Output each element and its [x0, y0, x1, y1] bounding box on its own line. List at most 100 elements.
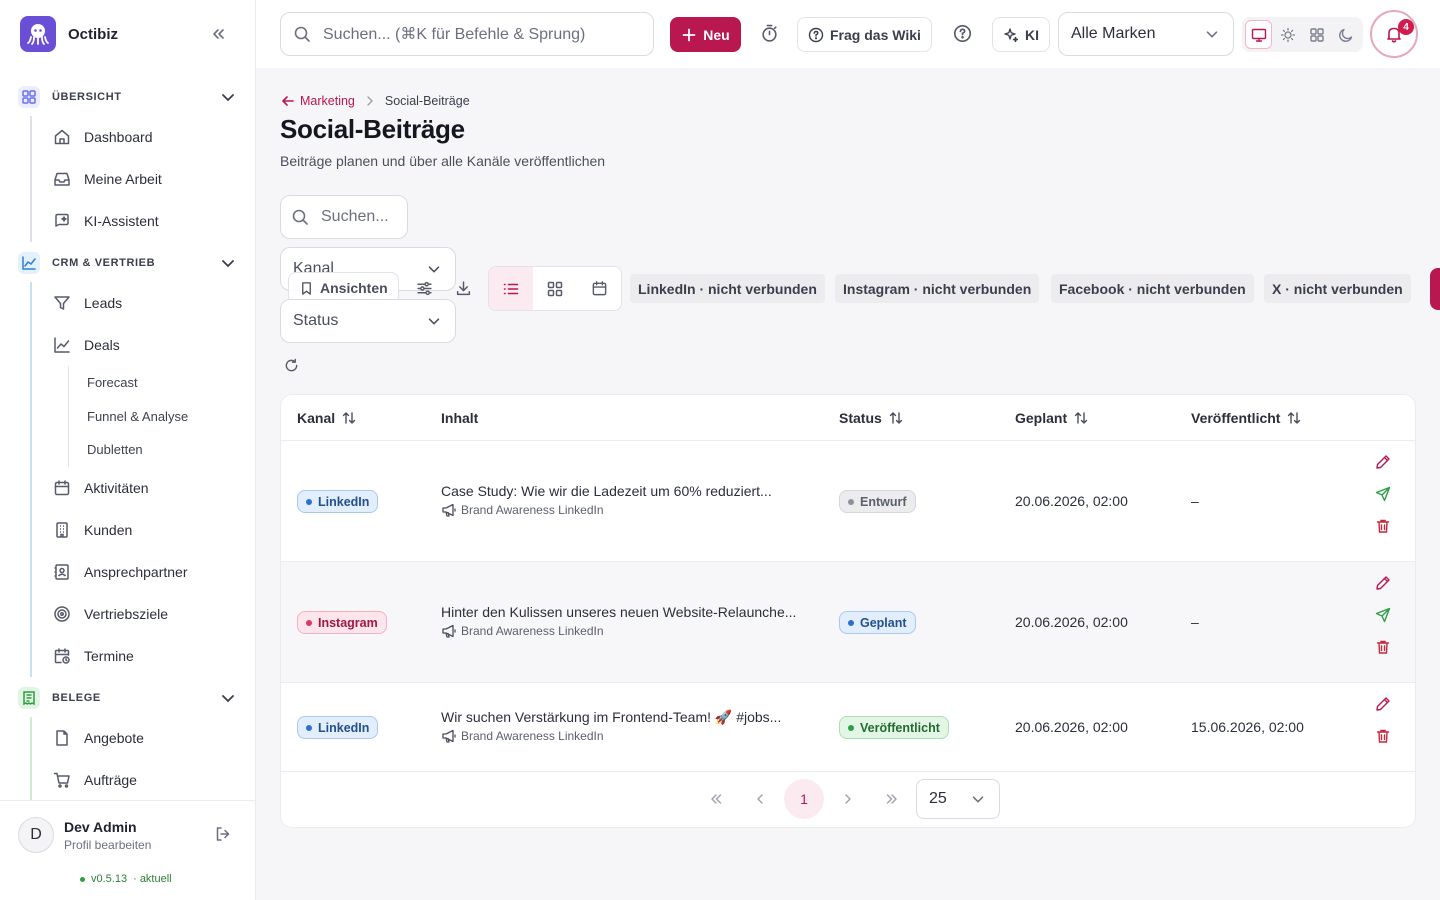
post-content[interactable]: Wir suchen Verstärkung im Frontend-Team!… — [441, 709, 811, 726]
send-icon[interactable] — [1375, 607, 1391, 623]
chevron-down-icon — [1203, 25, 1221, 43]
grid-view-icon[interactable] — [533, 267, 577, 310]
global-search-input[interactable]: Suchen... (⌘K für Befehle & Sprung) — [280, 12, 654, 56]
sidebar-item-angebote[interactable]: Angebote — [32, 717, 256, 759]
inbox-icon — [52, 169, 72, 189]
topbar: Suchen... (⌘K für Befehle & Sprung) Neu … — [256, 0, 1440, 68]
help-icon[interactable] — [953, 24, 972, 43]
status-badge-entwurf: Entwurf — [839, 490, 916, 513]
edit-profile-link[interactable]: Profil bearbeiten — [64, 838, 151, 852]
edit-icon[interactable] — [1375, 696, 1391, 712]
list-view-icon[interactable] — [489, 267, 533, 310]
moon-icon[interactable] — [1333, 20, 1360, 49]
table-header: Kanal Inhalt Status Geplant Veröffentlic… — [281, 395, 1415, 441]
megaphone-icon — [441, 624, 457, 638]
column-header-veroeffentlicht[interactable]: Veröffentlicht — [1191, 410, 1302, 426]
post-search-input[interactable]: Suchen... — [280, 195, 408, 239]
edit-icon[interactable] — [1375, 575, 1391, 591]
avatar[interactable]: D — [18, 817, 54, 853]
target-icon — [52, 604, 72, 624]
send-icon[interactable] — [1375, 486, 1391, 502]
column-header-kanal[interactable]: Kanal — [297, 410, 357, 426]
chevron-down-icon[interactable] — [218, 87, 238, 107]
section-crm-vertrieb[interactable]: CRM & VERTRIEB — [0, 244, 256, 282]
sidebar-item-ki-assistent[interactable]: KI-Assistent — [32, 200, 256, 242]
chevron-down-icon[interactable] — [218, 253, 238, 273]
post-content[interactable]: Hinter den Kulissen unseres neuen Websit… — [441, 604, 811, 620]
receipt-icon — [18, 686, 40, 709]
sidebar-subitem-dubletten[interactable]: Dubletten — [69, 433, 256, 467]
page-subtitle: Beiträge planen und über alle Kanäle ver… — [280, 153, 606, 169]
column-header-geplant[interactable]: Geplant — [1015, 410, 1089, 426]
megaphone-icon — [441, 503, 457, 517]
theme-switcher — [1242, 17, 1363, 52]
table-row[interactable]: LinkedIn Wir suchen Verstärkung im Front… — [281, 683, 1415, 772]
page-size-select[interactable]: 25 — [916, 779, 1000, 819]
search-icon — [291, 208, 309, 226]
download-icon[interactable] — [455, 280, 472, 297]
collapse-sidebar-icon[interactable] — [208, 24, 228, 44]
sidebar-subitem-funnel-analyse[interactable]: Funnel & Analyse — [69, 400, 256, 434]
sidebar-item-dashboard[interactable]: Dashboard — [32, 116, 256, 158]
sidebar-item-ansprechpartner[interactable]: Ansprechpartner — [32, 551, 256, 593]
trash-icon[interactable] — [1375, 639, 1391, 655]
trash-icon[interactable] — [1375, 728, 1391, 744]
table-row[interactable]: LinkedIn Case Study: Wie wir die Ladezei… — [281, 441, 1415, 562]
campaign-label: Brand Awareness LinkedIn — [461, 624, 604, 638]
column-header-status[interactable]: Status — [839, 410, 904, 426]
last-page-icon[interactable] — [872, 779, 912, 819]
home-icon — [52, 127, 72, 147]
section-uebersicht[interactable]: ÜBERSICHT — [0, 78, 256, 116]
status-label: Geplant — [860, 615, 907, 630]
status-select-value: Status — [293, 312, 339, 329]
version-info: v0.5.13 · aktuell — [80, 873, 172, 885]
sidebar-item-deals[interactable]: Deals — [32, 324, 256, 366]
monitor-icon[interactable] — [1245, 20, 1273, 49]
ask-wiki-button[interactable]: Frag das Wiki — [797, 17, 932, 52]
edit-icon[interactable] — [1375, 454, 1391, 470]
sidebar-item-kunden[interactable]: Kunden — [32, 509, 256, 551]
side-panel-tab[interactable] — [1430, 268, 1440, 310]
sliders-icon[interactable] — [416, 280, 433, 297]
sidebar-item-termine[interactable]: Termine — [32, 635, 256, 677]
sidebar-item-meine-arbeit[interactable]: Meine Arbeit — [32, 158, 256, 200]
chevron-down-icon — [969, 790, 987, 808]
published-date: – — [1191, 614, 1199, 630]
table-row[interactable]: Instagram Hinter den Kulissen unseres ne… — [281, 562, 1415, 683]
breadcrumb-back-link[interactable]: Marketing — [280, 93, 355, 109]
timer-icon[interactable] — [760, 24, 779, 43]
chip-x-connection: X · nicht verbunden — [1264, 274, 1411, 303]
prev-page-icon[interactable] — [740, 779, 780, 819]
chevron-down-icon[interactable] — [218, 688, 238, 708]
column-label: Kanal — [297, 410, 336, 426]
refresh-icon[interactable] — [284, 358, 299, 373]
ai-button[interactable]: KI — [992, 17, 1050, 52]
breadcrumb-parent: Marketing — [300, 94, 355, 108]
sidebar-item-auftraege[interactable]: Aufträge — [32, 759, 256, 801]
sun-icon[interactable] — [1274, 20, 1301, 49]
brand[interactable]: Octibiz — [20, 16, 118, 52]
chart-line-icon — [18, 252, 40, 274]
logout-icon[interactable] — [214, 825, 232, 843]
trash-icon[interactable] — [1375, 518, 1391, 534]
chevron-right-icon — [363, 94, 377, 108]
status-label: Entwurf — [860, 494, 907, 509]
badge-dot — [306, 498, 312, 505]
page-number-current[interactable]: 1 — [784, 779, 824, 819]
status-select[interactable]: Status — [280, 299, 456, 343]
sidebar-item-vertriebsziele[interactable]: Vertriebsziele — [32, 593, 256, 635]
post-content[interactable]: Case Study: Wie wir die Ladezeit um 60% … — [441, 483, 811, 499]
sidebar-subitem-forecast[interactable]: Forecast — [69, 366, 256, 400]
sidebar-item-leads[interactable]: Leads — [32, 282, 256, 324]
new-button[interactable]: Neu — [670, 17, 741, 52]
sidebar-item-aktivitaeten[interactable]: Aktivitäten — [32, 467, 256, 509]
first-page-icon[interactable] — [696, 779, 736, 819]
badge-dot — [848, 619, 854, 626]
section-belege[interactable]: BELEGE — [0, 679, 256, 717]
cart-icon — [52, 770, 72, 790]
notifications-button[interactable]: 4 — [1370, 10, 1418, 58]
layout-grid-icon[interactable] — [1304, 20, 1331, 49]
brand-select[interactable]: Alle Marken — [1058, 12, 1234, 56]
calendar-view-icon[interactable] — [577, 267, 621, 310]
next-page-icon[interactable] — [828, 779, 868, 819]
